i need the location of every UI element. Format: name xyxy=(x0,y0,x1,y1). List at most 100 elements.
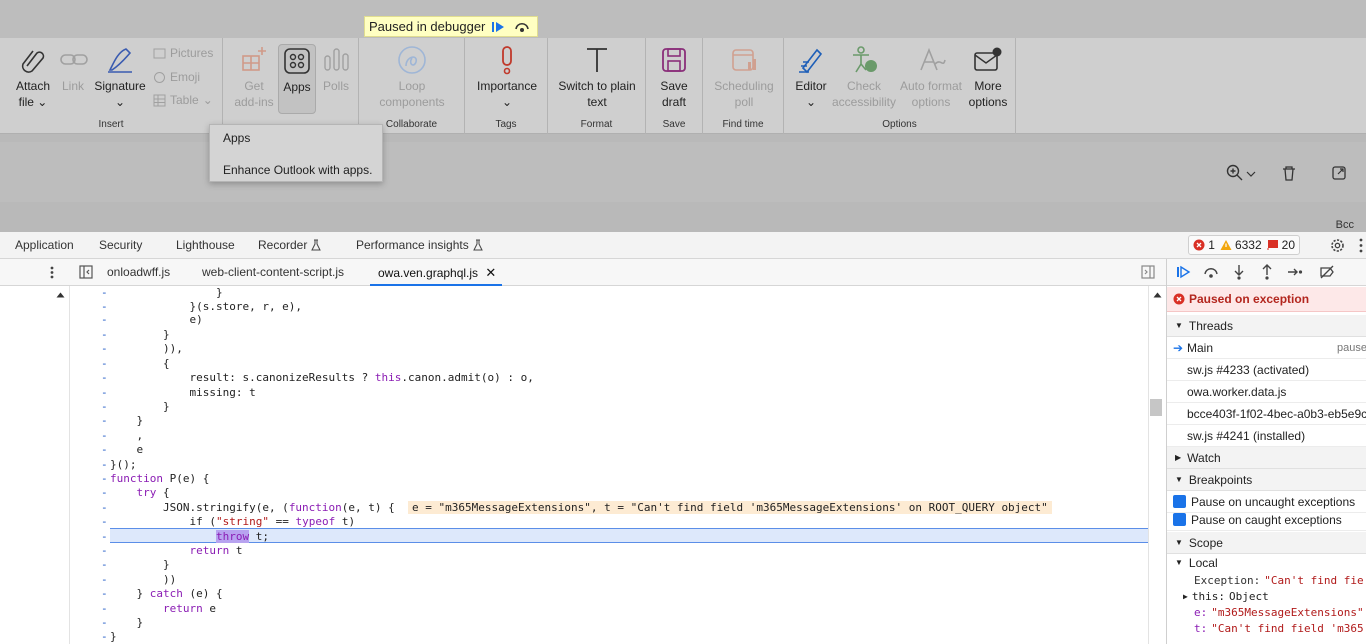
line-dash-marker[interactable]: - xyxy=(101,486,109,500)
toggle-debugger-sidebar-icon[interactable] xyxy=(1141,265,1155,279)
line-dash-marker[interactable]: - xyxy=(101,313,109,327)
tab-lighthouse[interactable]: Lighthouse xyxy=(176,238,235,252)
scope-var-t[interactable]: t: "Can't find field 'm365 xyxy=(1167,620,1366,636)
tab-recorder[interactable]: Recorder xyxy=(258,238,322,252)
scroll-up-arrow-icon[interactable] xyxy=(1153,292,1162,298)
check-accessibility-button[interactable]: Check accessibility xyxy=(832,44,896,110)
deactivate-breakpoints-icon[interactable] xyxy=(1319,264,1335,280)
line-dash-marker[interactable]: - xyxy=(101,544,109,558)
thread-main[interactable]: ➔ Main paused xyxy=(1167,337,1366,359)
trash-icon[interactable] xyxy=(1280,164,1298,182)
editor-scrollbar[interactable] xyxy=(1148,286,1166,644)
scope-section-header[interactable]: ▼ Scope xyxy=(1167,532,1366,554)
issue-counters[interactable]: 1 6332 20 xyxy=(1188,235,1300,255)
scope-var-exception[interactable]: Exception: "Can't find fie xyxy=(1167,572,1366,588)
code-keyword: this xyxy=(374,371,402,385)
tab-performance-insights[interactable]: Performance insights xyxy=(356,238,483,252)
current-thread-arrow-icon: ➔ xyxy=(1173,340,1184,355)
line-dash-marker[interactable]: - xyxy=(101,530,109,544)
pop-out-icon[interactable] xyxy=(1330,164,1348,182)
thread-item[interactable]: sw.js #4241 (installed) xyxy=(1167,425,1366,447)
tab-security[interactable]: Security xyxy=(99,238,142,252)
more-menu-icon[interactable] xyxy=(48,265,56,280)
line-dash-marker[interactable]: - xyxy=(101,371,109,385)
line-dash-marker[interactable]: - xyxy=(101,573,109,587)
line-dash-marker[interactable]: - xyxy=(101,501,109,515)
step-over-button[interactable] xyxy=(511,18,533,36)
signature-button[interactable]: Signature ⌄ xyxy=(92,44,148,110)
checkbox-checked[interactable] xyxy=(1173,513,1186,526)
code-token: result: s.canonizeResults ? xyxy=(110,371,375,385)
file-tab-onloadwff[interactable]: onloadwff.js xyxy=(107,265,170,279)
save-draft-button[interactable]: Save draft xyxy=(652,44,696,110)
attach-file-button[interactable]: Attach file ⌄ xyxy=(10,44,56,110)
scope-local[interactable]: ▼ Local xyxy=(1167,554,1366,571)
threads-section-header[interactable]: ▼ Threads xyxy=(1167,315,1366,337)
switch-plain-text-button[interactable]: Switch to plain text xyxy=(554,44,640,110)
apps-button[interactable]: Apps xyxy=(278,44,316,114)
step-out-icon[interactable] xyxy=(1259,264,1275,280)
line-dash-marker[interactable]: - xyxy=(101,328,109,342)
line-dash-marker[interactable]: - xyxy=(101,386,109,400)
file-tab-owa-ven-graphql[interactable]: owa.ven.graphql.js ✕ xyxy=(370,259,503,286)
line-dash-marker[interactable]: - xyxy=(101,443,109,457)
line-dash-marker[interactable]: - xyxy=(101,472,109,486)
line-dash-marker[interactable]: - xyxy=(101,400,109,414)
line-dash-marker[interactable]: - xyxy=(101,602,109,616)
more-menu-icon[interactable] xyxy=(1358,237,1364,254)
thread-item[interactable]: sw.js #4233 (activated) xyxy=(1167,359,1366,381)
line-dash-marker[interactable]: - xyxy=(101,616,109,630)
scheduling-poll-button[interactable]: Scheduling poll xyxy=(709,44,779,110)
group-label-options: Options xyxy=(882,119,917,130)
line-dash-marker[interactable]: - xyxy=(101,558,109,572)
pause-caught-exceptions[interactable]: Pause on caught exceptions xyxy=(1167,509,1366,531)
checkbox-checked[interactable] xyxy=(1173,495,1186,508)
polls-button[interactable]: Polls xyxy=(319,44,353,94)
scroll-up-arrow-icon[interactable] xyxy=(56,292,65,298)
paused-on-exception-text: Paused on exception xyxy=(1189,292,1310,306)
table-button[interactable]: Table ⌄ xyxy=(153,93,213,107)
line-dash-marker[interactable]: - xyxy=(101,286,109,300)
link-button[interactable]: Link xyxy=(58,44,88,94)
emoji-button[interactable]: Emoji xyxy=(153,70,200,84)
breakpoints-section-header[interactable]: ▼ Breakpoints xyxy=(1167,469,1366,491)
importance-button[interactable]: Importance ⌄ xyxy=(473,44,541,110)
toggle-navigator-icon[interactable] xyxy=(79,265,93,279)
editor-line-gutter[interactable] xyxy=(0,286,70,644)
thread-main-label: Main xyxy=(1187,340,1214,355)
resume-icon[interactable] xyxy=(1175,264,1191,280)
zoom-in-icon[interactable] xyxy=(1226,164,1244,182)
step-into-icon[interactable] xyxy=(1231,264,1247,280)
close-icon[interactable]: ✕ xyxy=(485,265,496,280)
scope-var-e[interactable]: e: "m365MessageExtensions" xyxy=(1167,604,1366,620)
editor-button[interactable]: Editor ⌄ xyxy=(790,44,832,110)
pictures-button[interactable]: Pictures xyxy=(153,46,213,60)
auto-format-options-button[interactable]: Auto format options xyxy=(896,44,966,110)
loop-components-button[interactable]: Loop components xyxy=(369,44,455,110)
thread-item[interactable]: owa.worker.data.js xyxy=(1167,381,1366,403)
watch-section-header[interactable]: ▶ Watch xyxy=(1167,447,1366,469)
scope-var-this[interactable]: ▶ this: Object xyxy=(1167,588,1366,604)
tab-application[interactable]: Application xyxy=(15,238,74,252)
line-dash-marker[interactable]: - xyxy=(101,357,109,371)
file-tab-web-client-content-script[interactable]: web-client-content-script.js xyxy=(202,265,344,279)
settings-gear-icon[interactable] xyxy=(1329,237,1346,254)
source-code-editor[interactable]: } }(s.store, r, e), e) } )), { result: s… xyxy=(0,286,1166,644)
line-dash-marker[interactable]: - xyxy=(101,515,109,529)
resume-button[interactable] xyxy=(487,18,509,36)
step-icon[interactable] xyxy=(1287,264,1303,280)
more-options-button[interactable]: More options xyxy=(964,44,1012,110)
get-addins-button[interactable]: Get add-ins xyxy=(231,44,277,110)
line-dash-marker[interactable]: - xyxy=(101,342,109,356)
step-over-icon[interactable] xyxy=(1203,264,1219,280)
line-dash-marker[interactable]: - xyxy=(101,630,109,644)
line-dash-marker[interactable]: - xyxy=(101,429,109,443)
line-dash-marker[interactable]: - xyxy=(101,587,109,601)
thread-item[interactable]: bcce403f-1f02-4bec-a0b3-eb5e9c xyxy=(1167,403,1366,425)
bcc-link[interactable]: Bcc xyxy=(1336,219,1354,231)
line-dash-marker[interactable]: - xyxy=(101,300,109,314)
chevron-down-icon[interactable] xyxy=(1245,164,1257,182)
editor-scrollbar-thumb[interactable] xyxy=(1150,399,1162,416)
line-dash-marker[interactable]: - xyxy=(101,414,109,428)
line-dash-marker[interactable]: - xyxy=(101,458,109,472)
